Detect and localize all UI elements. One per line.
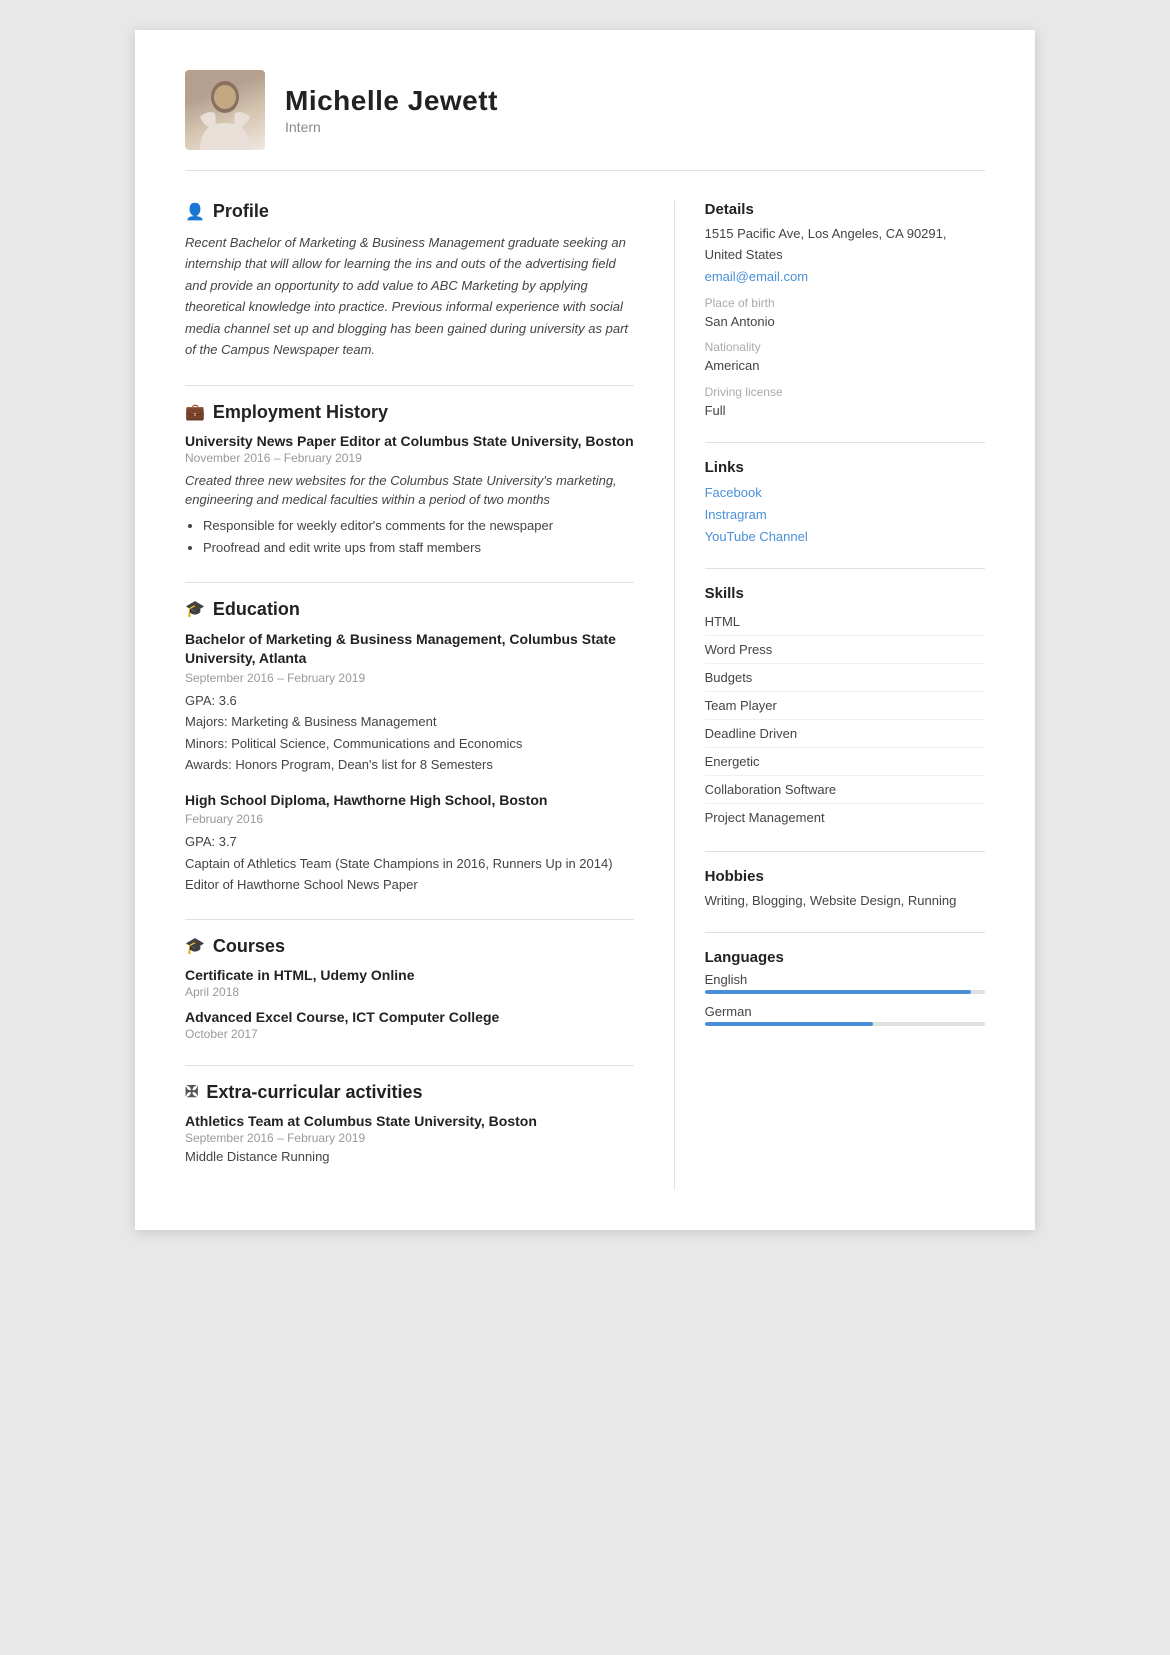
profile-icon: 👤 bbox=[185, 202, 205, 222]
links-section: Links Facebook Instragram YouTube Channe… bbox=[705, 459, 985, 548]
edu-detail-2-2: Editor of Hawthorne School News Paper bbox=[185, 875, 634, 895]
skill-0: HTML bbox=[705, 608, 985, 636]
details-section: Details 1515 Pacific Ave, Los Angeles, C… bbox=[705, 201, 985, 422]
skill-3: Team Player bbox=[705, 692, 985, 720]
extra-activity-title: Athletics Team at Columbus State Univers… bbox=[185, 1113, 634, 1129]
skill-1: Word Press bbox=[705, 636, 985, 664]
candidate-name: Michelle Jewett bbox=[285, 85, 498, 117]
extra-title: ✠ Extra-curricular activities bbox=[185, 1082, 634, 1103]
education-icon: 🎓 bbox=[185, 599, 205, 619]
lang-bar-fill-1 bbox=[705, 1022, 873, 1026]
place-of-birth-label: Place of birth bbox=[705, 296, 985, 310]
lang-name-0: English bbox=[705, 972, 985, 987]
profile-section: 👤 Profile Recent Bachelor of Marketing &… bbox=[185, 201, 634, 361]
course-date-1: April 2018 bbox=[185, 985, 634, 999]
edu-detail-1-2: Minors: Political Science, Communication… bbox=[185, 734, 634, 754]
link-instagram[interactable]: Instragram bbox=[705, 504, 985, 526]
course-title-2: Advanced Excel Course, ICT Computer Coll… bbox=[185, 1009, 634, 1025]
edu-detail-2-0: GPA: 3.7 bbox=[185, 832, 634, 852]
nationality-value: American bbox=[705, 356, 985, 377]
lang-item-0: English bbox=[705, 972, 985, 994]
header-info: Michelle Jewett Intern bbox=[285, 85, 498, 135]
edu-block-2: High School Diploma, Hawthorne High Scho… bbox=[185, 791, 634, 895]
education-title: 🎓 Education bbox=[185, 599, 634, 620]
courses-icon: 🎓 bbox=[185, 936, 205, 956]
skill-2: Budgets bbox=[705, 664, 985, 692]
driving-label: Driving license bbox=[705, 385, 985, 399]
course-title-1: Certificate in HTML, Udemy Online bbox=[185, 967, 634, 983]
edu-detail-1-0: GPA: 3.6 bbox=[185, 691, 634, 711]
left-column: 👤 Profile Recent Bachelor of Marketing &… bbox=[185, 201, 634, 1190]
links-heading: Links bbox=[705, 459, 985, 476]
job-desc: Created three new websites for the Colum… bbox=[185, 471, 634, 510]
hobbies-heading: Hobbies bbox=[705, 868, 985, 885]
skill-6: Collaboration Software bbox=[705, 776, 985, 804]
edu-detail-2-1: Captain of Athletics Team (State Champio… bbox=[185, 854, 634, 874]
bullet-1: Responsible for weekly editor's comments… bbox=[203, 516, 634, 536]
skills-heading: Skills bbox=[705, 585, 985, 602]
employment-title: 💼 Employment History bbox=[185, 402, 634, 423]
link-facebook[interactable]: Facebook bbox=[705, 482, 985, 504]
details-heading: Details bbox=[705, 201, 985, 218]
hobbies-section: Hobbies Writing, Blogging, Website Desig… bbox=[705, 868, 985, 912]
resume-page: Michelle Jewett Intern 👤 Profile Recent … bbox=[135, 30, 1035, 1230]
course-date-2: October 2017 bbox=[185, 1027, 634, 1041]
edu-detail-1-3: Awards: Honors Program, Dean's list for … bbox=[185, 755, 634, 775]
content: 👤 Profile Recent Bachelor of Marketing &… bbox=[185, 201, 985, 1190]
edu-date-1: September 2016 – February 2019 bbox=[185, 671, 634, 685]
right-column: Details 1515 Pacific Ave, Los Angeles, C… bbox=[674, 201, 985, 1190]
header: Michelle Jewett Intern bbox=[185, 70, 985, 171]
lang-item-1: German bbox=[705, 1004, 985, 1026]
details-email[interactable]: email@email.com bbox=[705, 266, 985, 288]
avatar bbox=[185, 70, 265, 150]
job-date: November 2016 – February 2019 bbox=[185, 451, 634, 465]
link-youtube[interactable]: YouTube Channel bbox=[705, 526, 985, 548]
edu-detail-1-1: Majors: Marketing & Business Management bbox=[185, 712, 634, 732]
courses-title: 🎓 Courses bbox=[185, 936, 634, 957]
bullet-2: Proofread and edit write ups from staff … bbox=[203, 538, 634, 558]
skills-section: Skills HTML Word Press Budgets Team Play… bbox=[705, 585, 985, 831]
languages-section: Languages English German bbox=[705, 949, 985, 1026]
extra-activity-detail: Middle Distance Running bbox=[185, 1149, 634, 1164]
edu-title-1: Bachelor of Marketing & Business Managem… bbox=[185, 630, 634, 669]
skill-7: Project Management bbox=[705, 804, 985, 831]
extra-activity-date: September 2016 – February 2019 bbox=[185, 1131, 634, 1145]
education-section: 🎓 Education Bachelor of Marketing & Busi… bbox=[185, 599, 634, 895]
lang-bar-bg-0 bbox=[705, 990, 985, 994]
courses-section: 🎓 Courses Certificate in HTML, Udemy Onl… bbox=[185, 936, 634, 1041]
course-block-2: Advanced Excel Course, ICT Computer Coll… bbox=[185, 1009, 634, 1041]
skill-4: Deadline Driven bbox=[705, 720, 985, 748]
place-of-birth-value: San Antonio bbox=[705, 312, 985, 333]
lang-name-1: German bbox=[705, 1004, 985, 1019]
nationality-label: Nationality bbox=[705, 340, 985, 354]
job-bullets: Responsible for weekly editor's comments… bbox=[185, 516, 634, 558]
languages-heading: Languages bbox=[705, 949, 985, 966]
edu-block-1: Bachelor of Marketing & Business Managem… bbox=[185, 630, 634, 775]
edu-date-2: February 2016 bbox=[185, 812, 634, 826]
extra-section: ✠ Extra-curricular activities Athletics … bbox=[185, 1082, 634, 1164]
driving-value: Full bbox=[705, 401, 985, 422]
employment-section: 💼 Employment History University News Pap… bbox=[185, 402, 634, 558]
edu-title-2: High School Diploma, Hawthorne High Scho… bbox=[185, 791, 634, 811]
profile-title: 👤 Profile bbox=[185, 201, 634, 222]
job-block: University News Paper Editor at Columbus… bbox=[185, 433, 634, 558]
employment-icon: 💼 bbox=[185, 402, 205, 422]
lang-bar-fill-0 bbox=[705, 990, 971, 994]
course-block-1: Certificate in HTML, Udemy Online April … bbox=[185, 967, 634, 999]
extra-block-1: Athletics Team at Columbus State Univers… bbox=[185, 1113, 634, 1164]
job-title: University News Paper Editor at Columbus… bbox=[185, 433, 634, 449]
details-address: 1515 Pacific Ave, Los Angeles, CA 90291,… bbox=[705, 224, 985, 266]
extra-icon: ✠ bbox=[185, 1082, 198, 1102]
profile-text: Recent Bachelor of Marketing & Business … bbox=[185, 232, 634, 361]
lang-bar-bg-1 bbox=[705, 1022, 985, 1026]
candidate-subtitle: Intern bbox=[285, 119, 498, 135]
hobbies-text: Writing, Blogging, Website Design, Runni… bbox=[705, 891, 985, 912]
skill-5: Energetic bbox=[705, 748, 985, 776]
